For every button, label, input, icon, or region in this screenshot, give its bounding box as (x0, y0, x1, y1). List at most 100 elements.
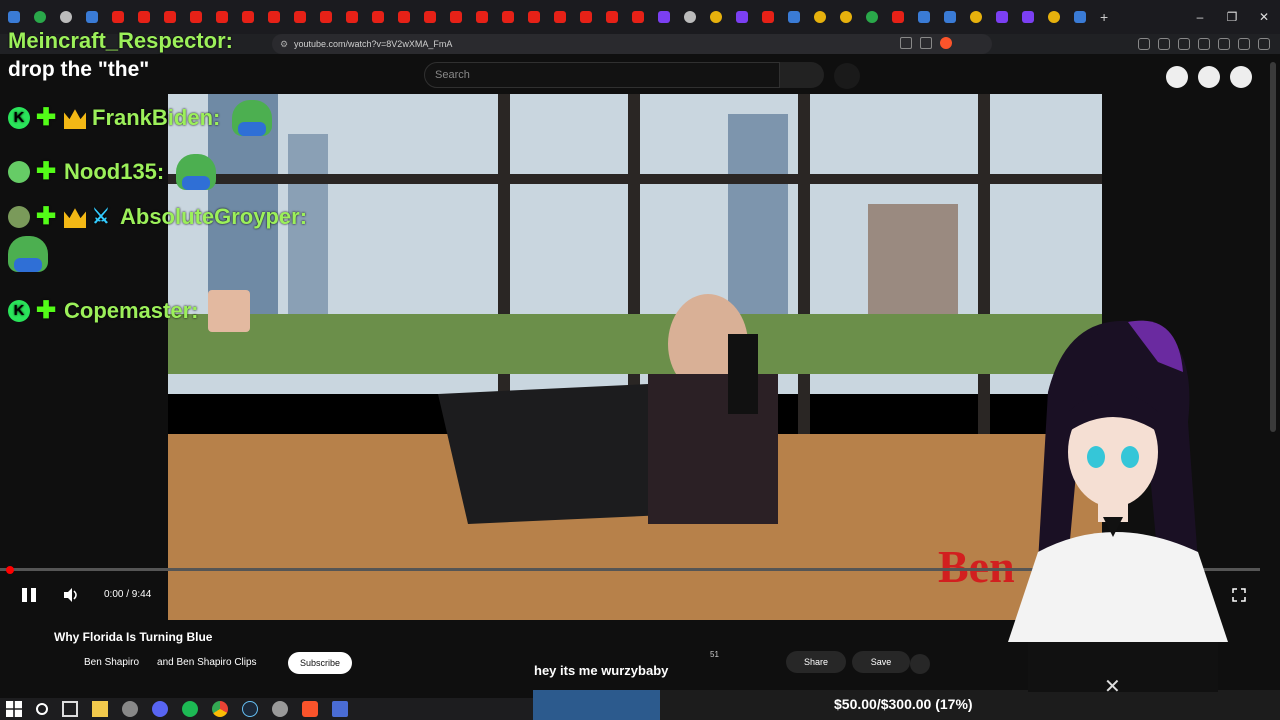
url-field[interactable]: ⚙ youtube.com/watch?v=8V2wXMA_FmA (272, 34, 992, 54)
youtube-tab-icon[interactable] (242, 11, 254, 23)
file-explorer-icon[interactable] (92, 701, 108, 717)
vpn-icon[interactable] (1238, 38, 1250, 50)
extension-icon[interactable] (1158, 38, 1170, 50)
subscribe-button[interactable]: Subscribe (288, 652, 352, 674)
youtube-tab-icon[interactable] (632, 11, 644, 23)
page-scrollbar[interactable] (1270, 62, 1276, 432)
site-tab-icon[interactable] (866, 11, 878, 23)
youtube-tab-icon[interactable] (190, 11, 202, 23)
svg-text:Ben: Ben (938, 541, 1015, 592)
fullscreen-icon[interactable] (1232, 588, 1246, 602)
youtube-tab-icon[interactable] (424, 11, 436, 23)
more-actions-button[interactable] (910, 654, 930, 674)
youtube-tab-icon[interactable] (346, 11, 358, 23)
discord-icon[interactable] (152, 701, 168, 717)
maximize-button[interactable]: ❐ (1216, 10, 1248, 24)
wallet-icon[interactable] (1218, 38, 1230, 50)
youtube-tab-icon[interactable] (112, 11, 124, 23)
sub-badge-icon: ✚ (36, 203, 57, 230)
spotify-icon[interactable] (182, 701, 198, 717)
youtube-tab-icon[interactable] (398, 11, 410, 23)
badge-icon (8, 161, 30, 183)
site-tab-icon[interactable] (684, 11, 696, 23)
youtube-tab-icon[interactable] (502, 11, 514, 23)
share-page-icon[interactable] (920, 37, 932, 49)
voice-search-icon[interactable] (834, 63, 860, 89)
volume-icon[interactable] (62, 586, 82, 604)
site-tab-icon[interactable] (840, 11, 852, 23)
kick-badge-icon: K (8, 300, 30, 322)
sword-tab-icon[interactable] (86, 11, 98, 23)
youtube-tab-icon[interactable] (476, 11, 488, 23)
close-icon[interactable]: ✕ (1104, 674, 1121, 699)
search-button[interactable] (780, 62, 824, 88)
site-tab-icon[interactable] (814, 11, 826, 23)
site-info-icon[interactable]: ⚙ (280, 34, 288, 54)
share-button[interactable]: Share (786, 651, 846, 673)
site-tab-icon[interactable] (1048, 11, 1060, 23)
extension-icon[interactable] (1138, 38, 1150, 50)
start-button-icon[interactable] (6, 701, 22, 717)
brave-shield-icon[interactable] (940, 37, 952, 49)
save-button[interactable]: Save (852, 651, 910, 673)
youtube-tab-icon[interactable] (554, 11, 566, 23)
sidebar-icon[interactable] (1198, 38, 1210, 50)
site-tab-icon[interactable] (996, 11, 1008, 23)
youtube-tab-icon[interactable] (372, 11, 384, 23)
site-tab-icon[interactable] (762, 11, 774, 23)
notifications-icon[interactable] (1198, 66, 1220, 88)
search-input[interactable]: Search (424, 62, 780, 88)
menu-icon[interactable] (1258, 38, 1270, 50)
video-title: Why Florida Is Turning Blue (54, 630, 213, 644)
screenshot-icon[interactable] (900, 37, 912, 49)
youtube-tab-icon[interactable] (138, 11, 150, 23)
seek-handle[interactable] (6, 566, 14, 574)
youtube-tab-icon[interactable] (606, 11, 618, 23)
extension-tab-icon[interactable] (34, 11, 46, 23)
site-tab-icon[interactable] (736, 11, 748, 23)
youtube-tab-icon[interactable] (580, 11, 592, 23)
create-icon[interactable] (1166, 66, 1188, 88)
site-tab-icon[interactable] (918, 11, 930, 23)
brave-icon[interactable] (302, 701, 318, 717)
vtube-studio-icon[interactable] (332, 701, 348, 717)
twitch-tab-icon[interactable] (658, 11, 670, 23)
youtube-tab-icon[interactable] (164, 11, 176, 23)
music-icon[interactable] (1178, 38, 1190, 50)
pepe-emote-icon (8, 236, 48, 277)
steam-icon[interactable] (242, 701, 258, 717)
image-tab-icon[interactable] (60, 11, 72, 23)
pause-button[interactable] (20, 586, 40, 604)
site-tab-icon[interactable] (710, 11, 722, 23)
youtube-tab-icon[interactable] (450, 11, 462, 23)
app-icon[interactable] (272, 701, 288, 717)
avatar[interactable] (1230, 66, 1252, 88)
channel-link[interactable]: Ben Shapiro (84, 657, 139, 668)
app-icon[interactable] (122, 701, 138, 717)
new-tab-button[interactable]: + (1100, 9, 1108, 25)
task-view-icon[interactable] (62, 701, 78, 717)
extensions-toolbar (1138, 38, 1270, 50)
sword-badge-icon: ⚔ (92, 206, 110, 228)
active-tab-icon[interactable] (1074, 11, 1086, 23)
youtube-tab-icon[interactable] (528, 11, 540, 23)
chrome-icon[interactable] (212, 701, 228, 717)
channel-link[interactable]: and Ben Shapiro Clips (157, 657, 257, 668)
video-player[interactable]: Ben (168, 94, 1102, 620)
youtube-tab-icon[interactable] (216, 11, 228, 23)
chat-username: AbsoluteGroyper: (120, 204, 308, 229)
youtube-tab-icon[interactable] (294, 11, 306, 23)
search-icon[interactable] (36, 703, 48, 715)
site-tab-icon[interactable] (892, 11, 904, 23)
kick-tab-icon[interactable] (8, 11, 20, 23)
site-tab-icon[interactable] (970, 11, 982, 23)
site-tab-icon[interactable] (788, 11, 800, 23)
site-tab-icon[interactable] (944, 11, 956, 23)
crown-badge-icon (64, 208, 86, 228)
site-tab-icon[interactable] (1022, 11, 1034, 23)
like-count[interactable]: 51 (710, 650, 719, 659)
close-window-button[interactable]: ✕ (1248, 10, 1280, 24)
youtube-tab-icon[interactable] (268, 11, 280, 23)
minimize-button[interactable]: – (1184, 10, 1216, 24)
youtube-tab-icon[interactable] (320, 11, 332, 23)
